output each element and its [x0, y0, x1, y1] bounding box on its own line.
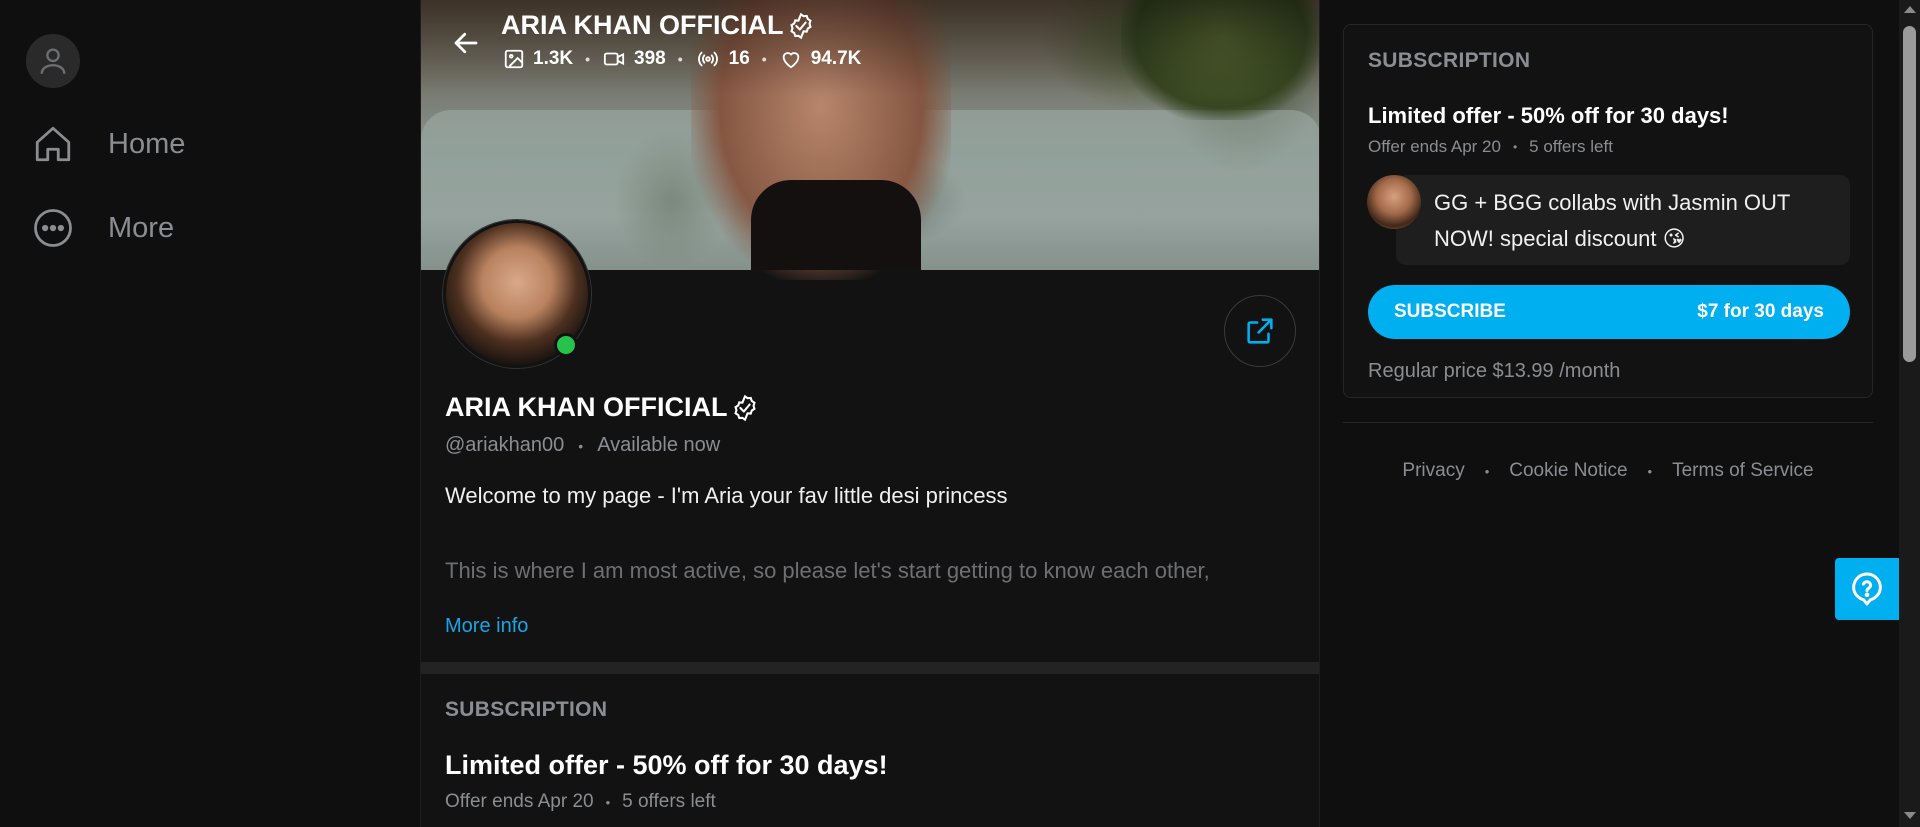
arrow-left-icon: [454, 32, 478, 54]
profile-column: ARIA KHAN OFFICIAL 1.3K • 398 • 16 • 94.…: [420, 0, 1320, 827]
subscription-heading: SUBSCRIPTION: [1368, 49, 1531, 72]
verified-icon: [790, 12, 813, 39]
subscribe-price: $7 for 30 days: [1697, 301, 1824, 322]
regular-price: Regular price $13.99 /month: [1368, 360, 1621, 382]
left-sidebar: Home More: [0, 0, 420, 827]
offer-meta: Offer ends Apr 20 • 5 offers left: [445, 791, 716, 812]
share-icon: [1247, 318, 1273, 344]
help-button[interactable]: [1835, 558, 1899, 620]
page-scrollbar[interactable]: [1899, 0, 1920, 827]
user-icon: [40, 48, 66, 74]
terms-link[interactable]: Terms of Service: [1672, 460, 1813, 482]
share-button[interactable]: [1224, 295, 1296, 367]
home-icon: [30, 121, 76, 167]
stat-streams: 16: [695, 48, 750, 70]
sidebar-item-label: Home: [108, 127, 186, 160]
promo-message: GG + BGG collabs with Jasmin OUT NOW! sp…: [1396, 175, 1850, 265]
offer-meta: Offer ends Apr 20 • 5 offers left: [1368, 137, 1613, 156]
profile-name: ARIA KHAN OFFICIAL: [445, 392, 759, 423]
image-icon: [504, 49, 524, 69]
help-icon: [1852, 572, 1882, 606]
stat-likes: 94.7K: [779, 48, 861, 70]
broadcast-icon: [697, 51, 718, 67]
header-name: ARIA KHAN OFFICIAL: [501, 10, 784, 40]
profile-handle: @ariakhan00: [445, 434, 565, 456]
header-title: ARIA KHAN OFFICIAL: [501, 10, 815, 41]
cookie-notice-link[interactable]: Cookie Notice: [1509, 460, 1627, 482]
sidebar-item-home[interactable]: Home: [30, 116, 185, 172]
profile-stats: 1.3K • 398 • 16 • 94.7K: [503, 48, 861, 70]
subscription-card: SUBSCRIPTION Limited offer - 50% off for…: [1343, 24, 1873, 398]
promo-avatar: [1367, 175, 1421, 229]
sidebar-item-more[interactable]: More: [30, 200, 174, 256]
video-icon: [603, 52, 625, 66]
subscribe-button[interactable]: SUBSCRIBE $7 for 30 days: [1368, 285, 1850, 339]
scroll-up-arrow[interactable]: [1904, 6, 1916, 13]
footer-links: Privacy • Cookie Notice • Terms of Servi…: [1402, 460, 1814, 482]
privacy-link[interactable]: Privacy: [1402, 460, 1464, 482]
verified-icon: [734, 394, 757, 421]
sidebar-item-label: More: [108, 211, 175, 244]
user-avatar-button[interactable]: [26, 34, 80, 88]
profile-handle-row: @ariakhan00 • Available now: [445, 434, 721, 456]
more-icon: [30, 205, 76, 251]
scroll-down-arrow[interactable]: [1904, 812, 1916, 819]
more-info-link[interactable]: More info: [445, 615, 528, 638]
back-button[interactable]: [445, 22, 487, 64]
offer-title: Limited offer - 50% off for 30 days!: [1368, 103, 1729, 128]
stat-videos: 398: [602, 48, 666, 70]
bio-line-1: Welcome to my page - I'm Aria your fav l…: [445, 483, 1008, 508]
section-divider: [421, 662, 1319, 674]
heart-icon: [782, 52, 799, 69]
stat-photos: 1.3K: [503, 48, 573, 70]
profile-header-bar: ARIA KHAN OFFICIAL 1.3K • 398 • 16 • 94.…: [421, 0, 1319, 80]
online-status-indicator: [554, 333, 578, 357]
subscribe-label: SUBSCRIBE: [1394, 301, 1506, 322]
scrollbar-thumb[interactable]: [1903, 26, 1916, 362]
offer-title: Limited offer - 50% off for 30 days!: [445, 750, 888, 780]
availability-status: Available now: [597, 434, 721, 456]
divider: [1343, 422, 1873, 423]
app-root: Home More ARIA KHAN OFFICIAL 1.3K • 398 …: [0, 0, 1920, 827]
subscription-heading: SUBSCRIPTION: [445, 698, 608, 721]
right-column: SUBSCRIPTION Limited offer - 50% off for…: [1343, 0, 1873, 827]
